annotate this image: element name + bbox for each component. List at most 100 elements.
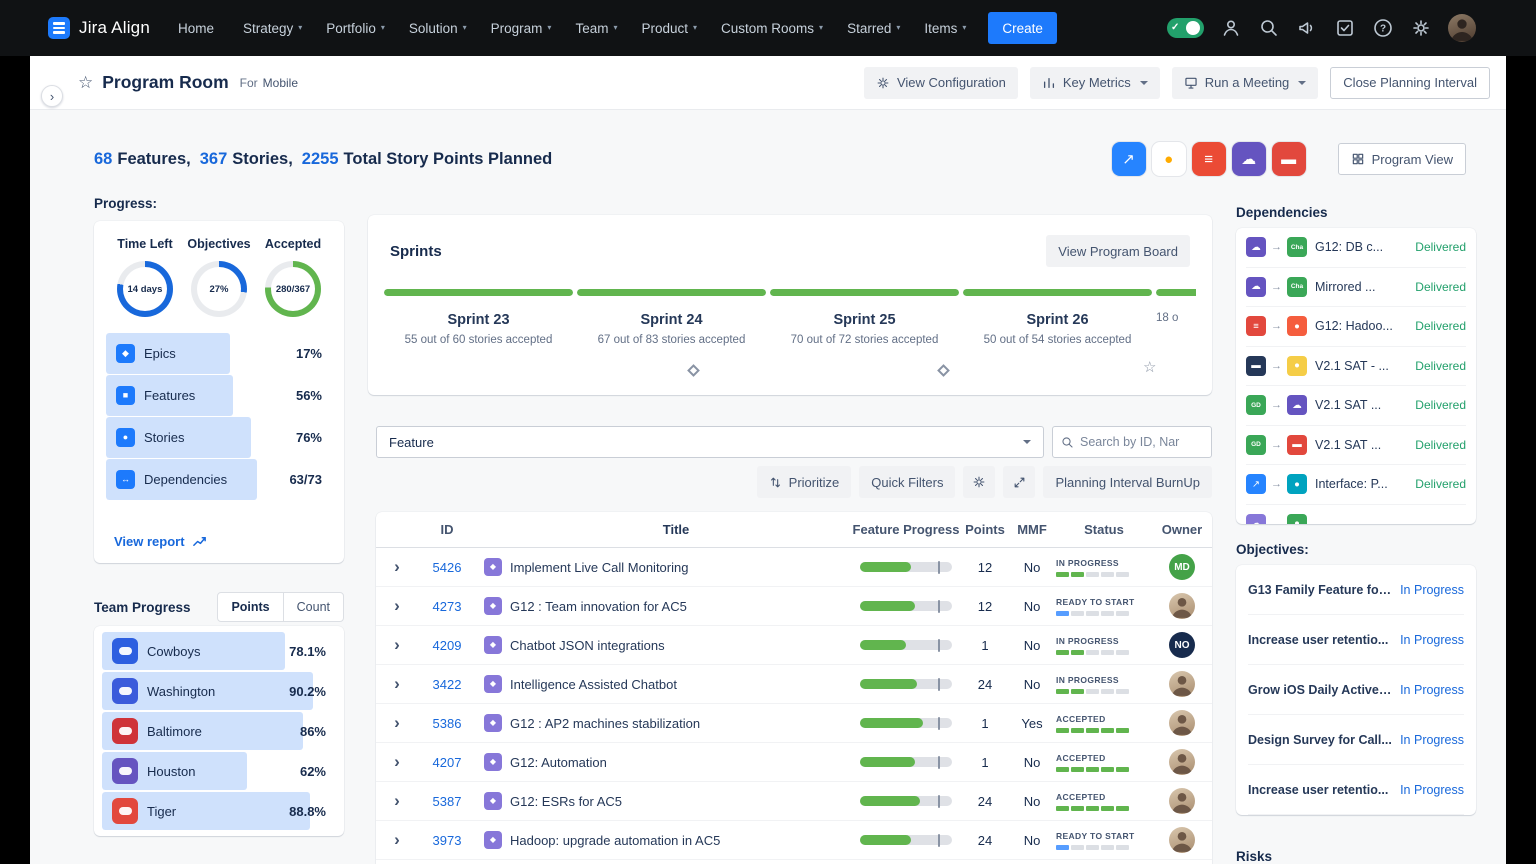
nav-item[interactable]: Items ▾ xyxy=(924,21,966,36)
milestone-diamond-icon[interactable] xyxy=(687,364,700,377)
feature-id-link[interactable]: 5386 xyxy=(433,716,462,731)
nav-item[interactable]: Custom Rooms ▾ xyxy=(721,21,823,36)
app-icon[interactable]: ↗ xyxy=(1111,142,1146,176)
nav-item[interactable]: Product ▾ xyxy=(641,21,697,36)
view-report-link[interactable]: View report xyxy=(106,524,332,553)
expand-row-chevron[interactable]: › xyxy=(376,557,418,577)
tasks-checkbox-icon[interactable] xyxy=(1334,17,1356,39)
objective-row[interactable]: Increase user retentio... In Progress xyxy=(1248,615,1464,665)
program-view-button[interactable]: Program View xyxy=(1337,143,1466,175)
sprint-cell[interactable]: Sprint 24 67 out of 83 stories accepted xyxy=(577,289,766,346)
prioritize-button[interactable]: Prioritize xyxy=(756,466,852,498)
feature-id-link[interactable]: 4273 xyxy=(433,599,462,614)
feature-id-link[interactable]: 3422 xyxy=(433,677,462,692)
objective-row[interactable]: Grow iOS Daily Active ... In Progress xyxy=(1248,665,1464,715)
nav-item[interactable]: Starred ▾ xyxy=(847,21,900,36)
sprint-cell[interactable]: Sprint 23 55 out of 60 stories accepted xyxy=(384,289,573,346)
sprint-cell[interactable]: 18 o xyxy=(1156,289,1196,346)
feature-row[interactable]: › 5386 ◆ G12 : AP2 machines stabilizatio… xyxy=(376,704,1212,743)
view-configuration-button[interactable]: View Configuration xyxy=(863,66,1018,99)
owner-avatar[interactable]: MD xyxy=(1169,554,1195,580)
team-row[interactable]: Cowboys 78.1% xyxy=(102,632,336,670)
progress-row[interactable]: ◆ Epics 17% xyxy=(106,333,332,374)
dependency-row[interactable]: GD → ☁ V2.1 SAT ... Delivered xyxy=(1246,386,1466,426)
run-a-meeting-button[interactable]: Run a Meeting xyxy=(1171,66,1319,99)
milestone-star-icon[interactable]: ☆ xyxy=(1143,358,1156,376)
owner-avatar[interactable] xyxy=(1169,671,1195,697)
dependency-row[interactable]: ≡ → ● G12: Hadoo... Delivered xyxy=(1246,307,1466,347)
nav-item[interactable]: Strategy ▾ xyxy=(243,21,302,36)
gear-icon[interactable] xyxy=(1410,17,1432,39)
create-button[interactable]: Create xyxy=(988,12,1057,44)
donut-chart[interactable]: 280/367 xyxy=(265,261,322,317)
feature-row[interactable]: › 4209 ◆ Chatbot JSON integrations 1 No xyxy=(376,626,1212,665)
megaphone-icon[interactable] xyxy=(1296,17,1318,39)
progress-row[interactable]: ■ Features 56% xyxy=(106,375,332,416)
expand-row-chevron[interactable]: › xyxy=(376,752,418,772)
collapse-sidebar-button[interactable]: › xyxy=(41,85,63,107)
expand-row-chevron[interactable]: › xyxy=(376,635,418,655)
app-icon[interactable]: ▬ xyxy=(1271,142,1306,176)
item-type-select[interactable]: Feature xyxy=(376,426,1044,458)
col-header-mmf[interactable]: MMF xyxy=(1008,522,1056,537)
team-row[interactable]: Baltimore 86% xyxy=(102,712,336,750)
col-header-progress[interactable]: Feature Progress xyxy=(850,522,962,537)
donut-chart[interactable]: 27% xyxy=(190,261,247,317)
owner-avatar[interactable] xyxy=(1169,710,1195,736)
dependency-row[interactable]: ☁ → ● xyxy=(1246,505,1466,524)
expand-row-chevron[interactable]: › xyxy=(376,596,418,616)
owner-avatar[interactable] xyxy=(1169,827,1195,853)
expand-button[interactable] xyxy=(1003,466,1036,498)
objective-row[interactable]: Increase user retentio... In Progress xyxy=(1248,765,1464,815)
nav-item[interactable]: Team ▾ xyxy=(575,21,617,36)
app-icon[interactable]: ≡ xyxy=(1191,142,1226,176)
feature-row[interactable]: › 5387 ◆ G12: ESRs for AC5 24 No ACCEPTE… xyxy=(376,782,1212,821)
tab-count[interactable]: Count xyxy=(284,593,343,621)
team-row[interactable]: Houston 62% xyxy=(102,752,336,790)
nav-item[interactable]: Portfolio ▾ xyxy=(326,21,385,36)
owner-avatar[interactable]: NO xyxy=(1169,632,1195,658)
search-icon[interactable] xyxy=(1258,17,1280,39)
milestone-diamond-icon[interactable] xyxy=(937,364,950,377)
dependency-row[interactable]: ▬ → ● V2.1 SAT - ... Delivered xyxy=(1246,347,1466,386)
table-settings-button[interactable] xyxy=(963,466,996,498)
feature-id-link[interactable]: 5387 xyxy=(433,794,462,809)
col-header-points[interactable]: Points xyxy=(962,522,1008,537)
col-header-id[interactable]: ID xyxy=(418,522,476,537)
progress-row[interactable]: ↔ Dependencies 63/73 xyxy=(106,459,332,500)
feature-id-link[interactable]: 4207 xyxy=(433,755,462,770)
app-icon[interactable]: ● xyxy=(1151,142,1186,176)
quick-filters-button[interactable]: Quick Filters xyxy=(859,466,956,498)
expand-row-chevron[interactable]: › xyxy=(376,791,418,811)
dependency-row[interactable]: ☁ → Cha Mirrored ... Delivered xyxy=(1246,268,1466,307)
objective-row[interactable]: G13 Family Feature for... In Progress xyxy=(1248,565,1464,615)
user-avatar[interactable] xyxy=(1448,14,1476,42)
col-header-title[interactable]: Title xyxy=(510,522,850,537)
planning-interval-burnup-button[interactable]: Planning Interval BurnUp xyxy=(1043,466,1212,498)
expand-row-chevron[interactable]: › xyxy=(376,713,418,733)
feature-row[interactable]: › 4273 ◆ G12 : Team innovation for AC5 1… xyxy=(376,587,1212,626)
feature-id-link[interactable]: 5426 xyxy=(433,560,462,575)
nav-item[interactable]: Home xyxy=(178,21,219,36)
col-header-owner[interactable]: Owner xyxy=(1152,522,1212,537)
expand-row-chevron[interactable]: › xyxy=(376,674,418,694)
team-row[interactable]: Washington 90.2% xyxy=(102,672,336,710)
owner-avatar[interactable] xyxy=(1169,788,1195,814)
dependency-row[interactable]: ☁ → Cha G12: DB c... Delivered xyxy=(1246,228,1466,268)
tab-points[interactable]: Points xyxy=(218,593,284,621)
ai-toggle[interactable]: ✓ xyxy=(1167,18,1204,38)
favorite-star-icon[interactable]: ☆ xyxy=(78,73,93,93)
objective-row[interactable]: Design Survey for Call... In Progress xyxy=(1248,715,1464,765)
feature-id-link[interactable]: 3973 xyxy=(433,833,462,848)
feature-row[interactable]: › 5426 ◆ Implement Live Call Monitoring … xyxy=(376,548,1212,587)
dependency-row[interactable]: ↗ → ● Interface: P... Delivered xyxy=(1246,465,1466,505)
owner-avatar[interactable] xyxy=(1169,593,1195,619)
nav-item[interactable]: Program ▾ xyxy=(491,21,552,36)
app-icon[interactable]: ☁ xyxy=(1231,142,1266,176)
expand-row-chevron[interactable]: › xyxy=(376,830,418,850)
nav-item[interactable]: Solution ▾ xyxy=(409,21,467,36)
owner-avatar[interactable] xyxy=(1169,749,1195,775)
feature-row[interactable]: › 3973 ◆ Hadoop: upgrade automation in A… xyxy=(376,821,1212,860)
context-program[interactable]: Mobile xyxy=(263,76,298,90)
feature-row[interactable]: › 3422 ◆ Intelligence Assisted Chatbot 2… xyxy=(376,665,1212,704)
